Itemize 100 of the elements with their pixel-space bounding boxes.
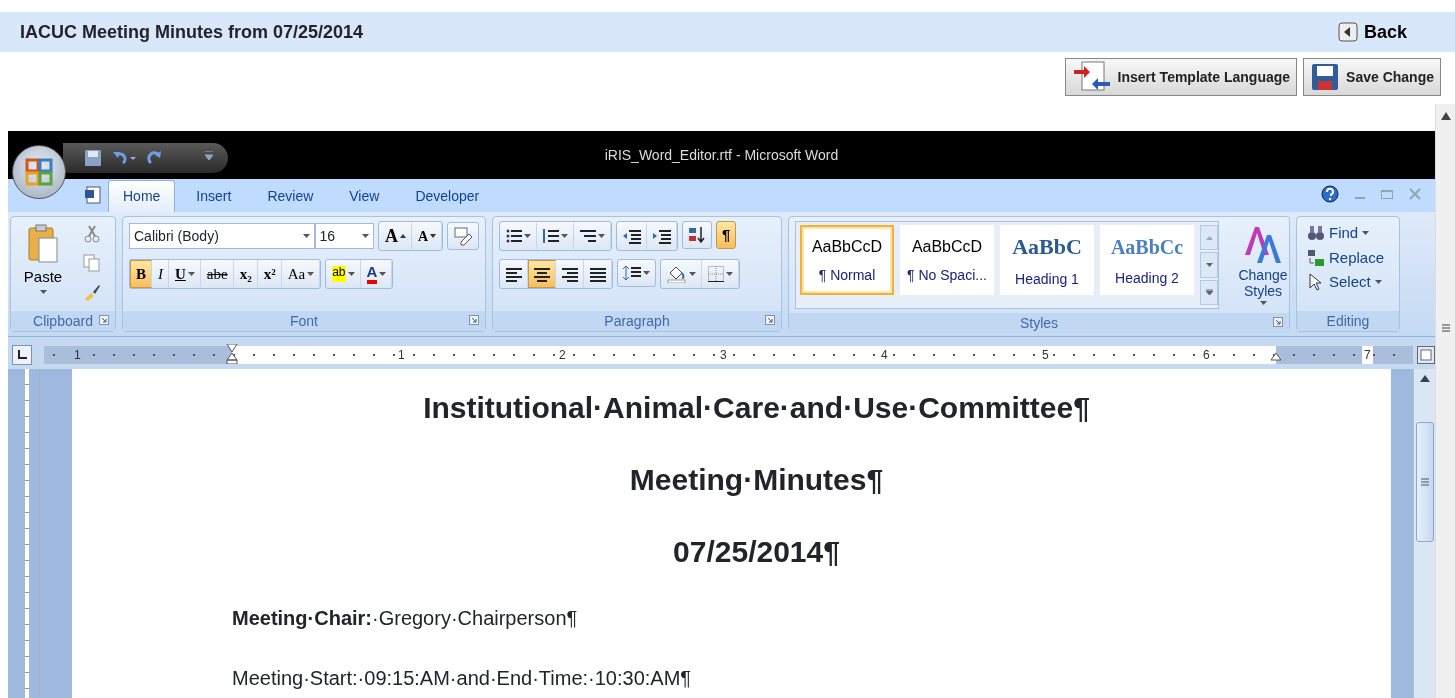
dialog-launcher-icon[interactable] — [765, 315, 775, 325]
ribbon-tab[interactable]: Home — [108, 180, 176, 212]
format-button[interactable]: x² — [257, 260, 282, 288]
style-name: ¶ No Spaci... — [907, 265, 987, 285]
caret-icon — [39, 290, 47, 295]
format-button[interactable]: x₂ — [233, 260, 258, 288]
insert-template-button[interactable]: Insert Template Language — [1064, 58, 1298, 96]
caret-icon — [689, 272, 696, 276]
customize-toolbar-icon[interactable] — [205, 151, 213, 161]
format-button[interactable]: Aa — [281, 260, 321, 288]
show-marks-button[interactable]: ¶ — [716, 221, 737, 249]
line-spacing-button[interactable] — [617, 259, 656, 287]
change-styles-button[interactable]: Change Styles — [1227, 221, 1299, 309]
page-title: IACUC Meeting Minutes from 07/25/2014 — [20, 20, 364, 44]
format-button[interactable]: B — [130, 260, 152, 288]
font-color-button[interactable]: A — [360, 260, 393, 288]
format-button[interactable]: I — [152, 260, 169, 288]
back-button[interactable]: Back — [1337, 18, 1435, 46]
dialog-launcher-icon[interactable] — [99, 315, 109, 325]
ribbon-tab[interactable]: Insert — [181, 180, 247, 212]
copy-icon — [83, 253, 101, 272]
group-label: Font — [290, 311, 318, 331]
shrink-font-button[interactable]: A — [411, 222, 442, 250]
decrease-indent-icon — [623, 228, 641, 244]
document-heading: Institutional·Animal·Care·and·Use·Committee¶ — [422, 390, 1091, 426]
style-name: ¶ Normal — [818, 265, 876, 285]
gallery-down-icon[interactable] — [1205, 262, 1213, 268]
down-triangle-icon — [430, 234, 436, 238]
sort-button[interactable] — [682, 221, 712, 249]
align-button[interactable] — [528, 260, 556, 288]
caret-icon — [524, 234, 531, 238]
document-paragraph: Meeting·Start:·09:15:AM·and·End·Time:·10:30:AM¶ — [232, 666, 693, 691]
group-label: Paragraph — [604, 311, 670, 331]
scroll-thumb[interactable] — [1415, 422, 1434, 542]
right-indent-icon[interactable] — [1270, 352, 1282, 361]
font-size-dropdown[interactable]: 16 — [314, 223, 374, 249]
tab-selector[interactable] — [12, 345, 32, 365]
ribbon-tab[interactable]: Developer — [400, 180, 495, 212]
font-size: 16 — [319, 226, 336, 246]
page-scrollbar[interactable] — [1435, 104, 1455, 698]
format-button[interactable]: U — [169, 260, 201, 288]
style-item[interactable]: AaBbCcD ¶ Normal — [800, 225, 894, 295]
indent-marker-icon[interactable] — [226, 344, 238, 364]
select-button[interactable]: Select — [1303, 270, 1393, 295]
style-sample: AaBbCc — [1110, 234, 1184, 260]
view-ruler-icon[interactable] — [1417, 346, 1435, 364]
style-name: Heading 1 — [1015, 270, 1079, 289]
ribbon-tab[interactable]: Review — [252, 180, 329, 212]
tab-stop-icon — [17, 350, 27, 360]
line-spacing-icon — [623, 265, 641, 281]
group-label: Clipboard — [33, 311, 93, 331]
paint-bucket-icon — [667, 265, 687, 283]
office-button[interactable] — [12, 145, 66, 199]
highlight-button[interactable]: ab — [326, 260, 361, 288]
document-arrow-icon — [1071, 60, 1112, 94]
style-item[interactable]: AaBbCcD ¶ No Spaci... — [900, 225, 994, 295]
scroll-grip-icon — [1441, 324, 1450, 334]
caret-icon — [1362, 231, 1370, 236]
style-item[interactable]: AaBbC Heading 1 — [1000, 225, 1094, 295]
replace-button[interactable]: Replace — [1303, 245, 1393, 270]
find-button[interactable]: Find — [1303, 221, 1393, 246]
font-color-sample: A — [366, 264, 378, 284]
redo-icon[interactable] — [147, 150, 163, 166]
dialog-launcher-icon[interactable] — [469, 315, 479, 325]
format-button[interactable]: abe — [200, 260, 234, 288]
caret-icon — [307, 272, 315, 276]
ribbon-tab[interactable]: View — [334, 180, 395, 212]
caret-icon — [187, 272, 195, 276]
caret-icon — [598, 234, 605, 238]
undo-icon[interactable] — [111, 150, 137, 166]
caret-icon — [379, 272, 387, 276]
caret-icon — [561, 234, 568, 238]
caret-icon — [1259, 301, 1267, 305]
cut-icon — [83, 224, 101, 243]
eraser-icon — [453, 226, 473, 246]
gallery-more-icon[interactable] — [1205, 289, 1213, 296]
style-sample: AaBbCcD — [911, 236, 983, 257]
paste-button[interactable]: Paste — [17, 221, 69, 297]
scroll-up-icon[interactable] — [1419, 375, 1430, 382]
caret-icon — [361, 234, 369, 238]
multilevel-list-icon — [580, 228, 596, 244]
binoculars-icon — [1307, 224, 1325, 243]
caret-icon — [347, 272, 355, 276]
scroll-up-icon[interactable] — [1440, 112, 1451, 120]
replace-icon — [1307, 248, 1325, 267]
increase-indent-icon — [653, 228, 671, 244]
clipboard-icon — [27, 223, 59, 264]
highlight-sample: ab — [332, 266, 346, 282]
style-sample: AaBbCcD — [811, 236, 883, 257]
help-icon[interactable] — [1321, 185, 1339, 203]
style-item[interactable]: AaBbCc Heading 2 — [1100, 225, 1194, 295]
word-document-icon[interactable] — [84, 186, 102, 204]
font-name-dropdown[interactable]: Calibri (Body) — [129, 223, 315, 249]
clear-formatting-button[interactable] — [447, 222, 479, 250]
grow-font-button[interactable]: A — [378, 222, 412, 250]
dialog-launcher-icon[interactable] — [1273, 317, 1283, 327]
caret-icon — [1374, 280, 1382, 285]
save-button[interactable]: Save Change — [1303, 58, 1441, 96]
document-scrollbar[interactable] — [1413, 369, 1435, 698]
document-paragraph: Meeting·Chair:·Gregory·Chairperson¶ — [232, 606, 579, 631]
